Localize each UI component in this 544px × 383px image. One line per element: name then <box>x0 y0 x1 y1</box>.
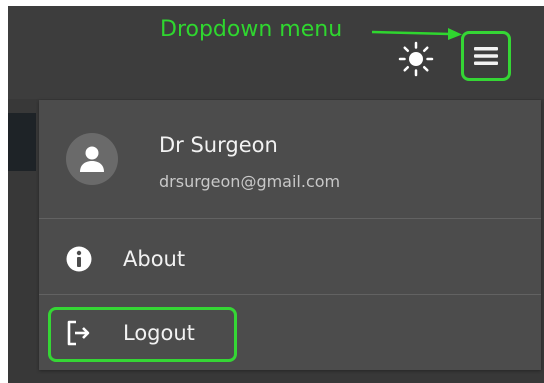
divider <box>39 218 541 219</box>
person-icon <box>80 146 104 172</box>
sun-icon[interactable] <box>398 41 434 77</box>
annotation-label: Dropdown menu <box>160 17 343 42</box>
logout-icon <box>67 320 90 346</box>
user-profile[interactable]: Dr Surgeon drsurgeon@gmail.com <box>39 118 541 218</box>
info-icon <box>66 246 92 272</box>
menu-item-label: About <box>123 247 186 271</box>
menu-item-logout[interactable]: Logout <box>39 307 541 359</box>
menu-item-about[interactable]: About <box>39 233 541 285</box>
page-content-strip <box>8 113 36 171</box>
divider <box>39 294 541 295</box>
avatar <box>66 133 118 185</box>
user-email: drsurgeon@gmail.com <box>159 172 341 191</box>
hamburger-menu-icon <box>474 47 498 65</box>
user-name: Dr Surgeon <box>159 133 278 157</box>
dropdown-menu: Dr Surgeon drsurgeon@gmail.com About Log… <box>39 100 541 370</box>
menu-button[interactable] <box>461 31 511 81</box>
menu-item-label: Logout <box>123 321 195 345</box>
